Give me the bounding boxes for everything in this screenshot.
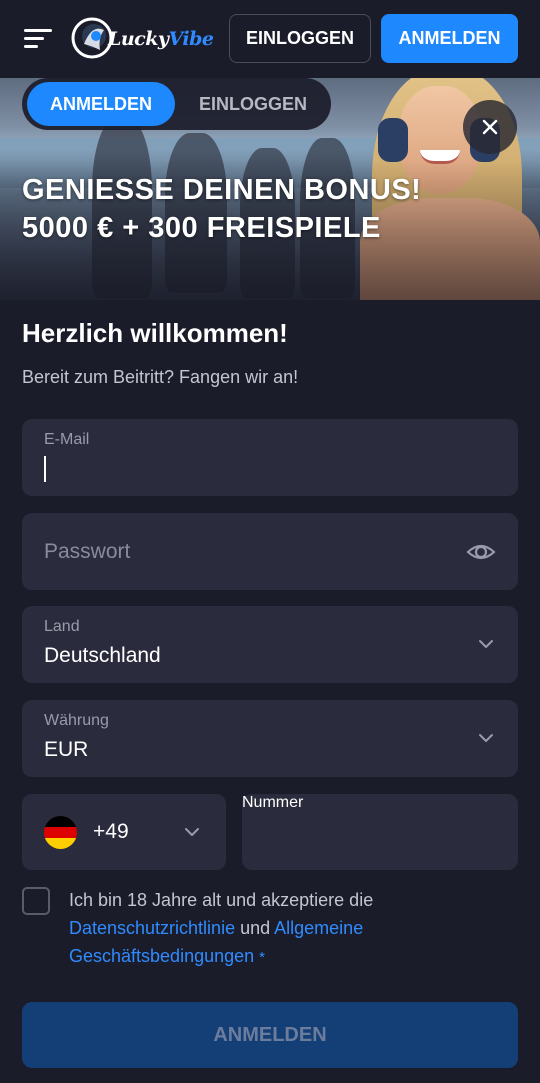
phone-number-field[interactable]: Nummer <box>242 794 518 870</box>
terms-conditions-link[interactable]: Geschäftsbedingungen <box>69 946 254 966</box>
submit-register-button[interactable]: ANMELDEN <box>22 1002 518 1068</box>
close-button[interactable] <box>463 100 517 154</box>
bonus-amount: 5000 € + 300 FREISPIELE <box>22 212 381 244</box>
logo-text: LuckyVibe <box>108 28 214 50</box>
country-label: Land <box>44 618 80 635</box>
email-field[interactable]: E-Mail <box>22 419 518 496</box>
currency-value: EUR <box>44 738 89 761</box>
phone-code-select[interactable]: +49 <box>22 794 226 870</box>
privacy-policy-link[interactable]: Datenschutzrichtlinie <box>69 918 235 938</box>
required-marker: * <box>259 949 266 966</box>
country-value: Deutschland <box>44 644 161 667</box>
terms-intro: Ich bin 18 Jahre alt und akzeptiere die <box>69 890 374 910</box>
headphone-left <box>378 118 408 162</box>
tab-login[interactable]: EINLOGGEN <box>180 82 326 126</box>
age-terms-checkbox[interactable] <box>22 887 50 915</box>
bonus-headline: GENIESSE DEINEN BONUS! <box>22 174 422 206</box>
text-caret <box>44 456 46 482</box>
general-terms-link[interactable]: Allgemeine <box>274 918 363 938</box>
chevron-down-icon <box>185 828 199 836</box>
auth-tabs: ANMELDEN EINLOGGEN <box>22 78 331 130</box>
close-icon <box>482 119 498 135</box>
currency-select[interactable]: Währung EUR <box>22 700 518 777</box>
logo-word-lucky: Lucky <box>108 28 169 50</box>
germany-flag-icon <box>44 816 77 849</box>
terms-and: und <box>240 918 271 938</box>
currency-label: Währung <box>44 712 109 729</box>
logo[interactable]: LuckyVibe <box>70 16 214 62</box>
chevron-down-icon <box>479 734 493 742</box>
menu-icon[interactable] <box>24 26 52 50</box>
logo-word-vibe: Vibe <box>168 28 214 50</box>
top-header: LuckyVibe EINLOGGEN ANMELDEN <box>0 0 540 78</box>
chevron-down-icon <box>479 640 493 648</box>
password-placeholder: Passwort <box>44 540 131 563</box>
terms-text: Ich bin 18 Jahre alt und akzeptiere die … <box>69 886 499 972</box>
tab-register[interactable]: ANMELDEN <box>27 82 175 126</box>
bonus-banner: ANMELDEN EINLOGGEN GENIESSE DEINEN BONUS… <box>0 78 540 300</box>
phone-number-placeholder: Nummer <box>242 794 304 811</box>
page-subtitle: Bereit zum Beitritt? Fangen wir an! <box>22 367 299 387</box>
header-login-button[interactable]: EINLOGGEN <box>229 14 371 63</box>
eye-icon[interactable] <box>466 537 496 567</box>
country-select[interactable]: Land Deutschland <box>22 606 518 683</box>
phone-code-value: +49 <box>93 820 129 843</box>
header-register-button[interactable]: ANMELDEN <box>381 14 518 63</box>
page-title: Herzlich willkommen! <box>22 318 288 348</box>
email-label: E-Mail <box>44 431 90 448</box>
password-field[interactable]: Passwort <box>22 513 518 590</box>
